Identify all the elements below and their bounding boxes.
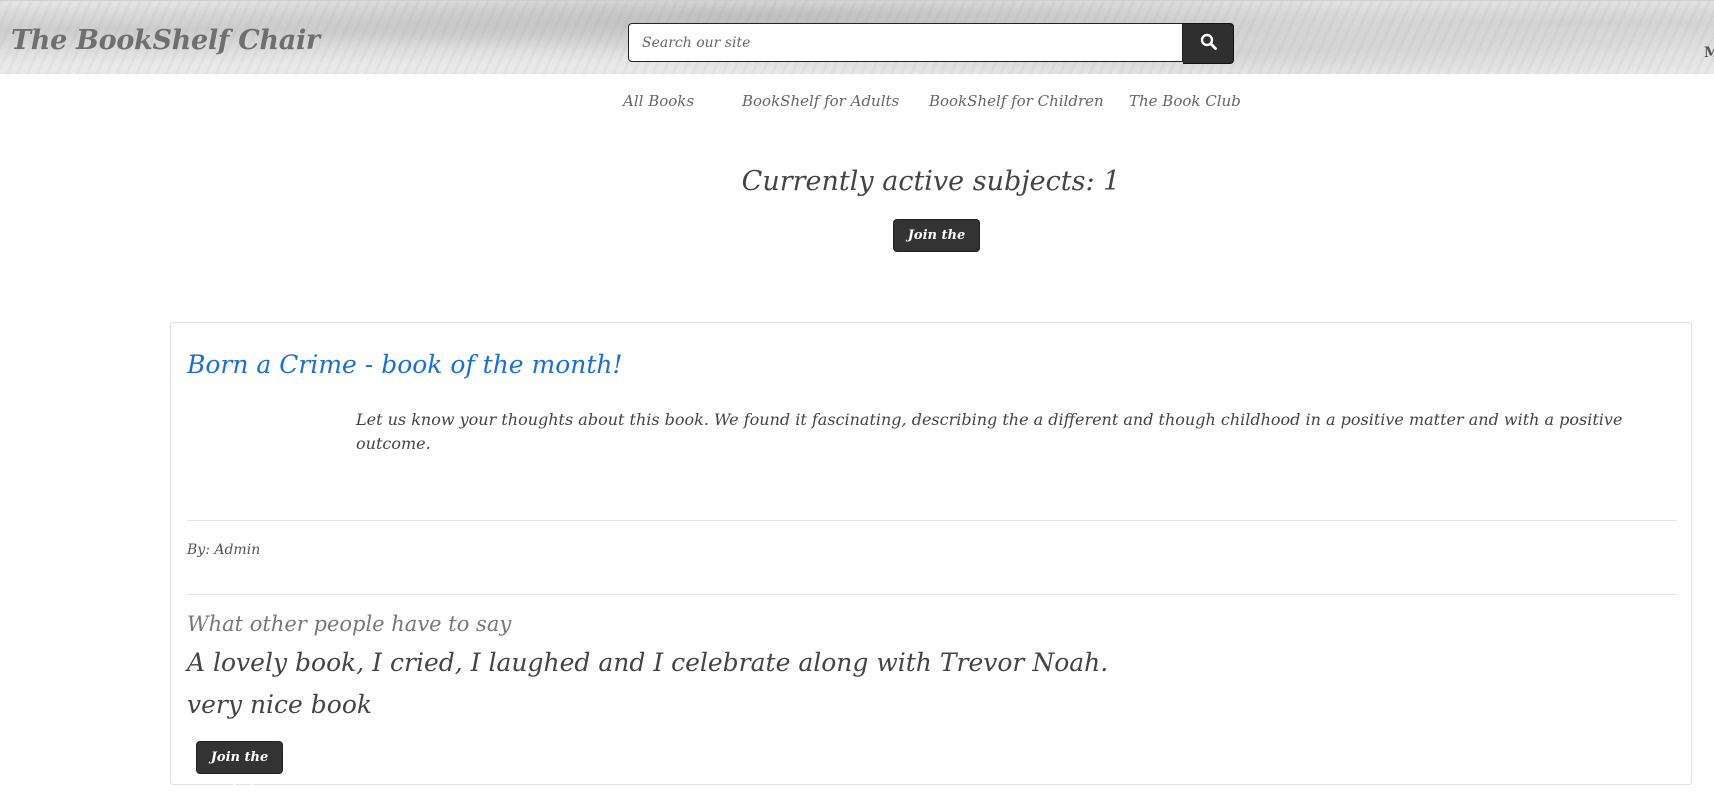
post-title[interactable]: Born a Crime - book of the month! (187, 350, 623, 379)
nav-item-bookshelf-adults[interactable]: BookShelf for Adults (742, 92, 899, 110)
search-bar (628, 23, 1234, 64)
search-input[interactable] (628, 23, 1183, 62)
nav-item-book-club[interactable]: The Book Club (1129, 92, 1241, 110)
post-author: By: Admin (187, 542, 261, 558)
divider (187, 594, 1677, 595)
truncated-menu-label[interactable]: M (1704, 45, 1714, 61)
search-icon (1200, 33, 1217, 54)
comment-item: A lovely book, I cried, I laughed and I … (187, 648, 1109, 677)
site-header: The BookShelf Chair M (0, 0, 1714, 74)
active-subjects-count: Currently active subjects: 1 (741, 166, 1121, 197)
post-card: Born a Crime - book of the month! Let us… (170, 322, 1692, 796)
site-logo[interactable]: The BookShelf Chair (11, 25, 320, 56)
join-chat-button[interactable]: Join the chat (893, 219, 980, 274)
divider (187, 520, 1677, 521)
nav-item-bookshelf-children[interactable]: BookShelf for Children (929, 92, 1104, 110)
nav-item-all-books[interactable]: All Books (623, 92, 694, 110)
comment-item: very nice book (187, 690, 373, 719)
search-button[interactable] (1183, 23, 1234, 64)
post-body: Let us know your thoughts about this boo… (356, 410, 1623, 453)
post-join-chat-button[interactable]: Join the chat (196, 741, 283, 796)
comments-heading: What other people have to say (187, 612, 512, 636)
